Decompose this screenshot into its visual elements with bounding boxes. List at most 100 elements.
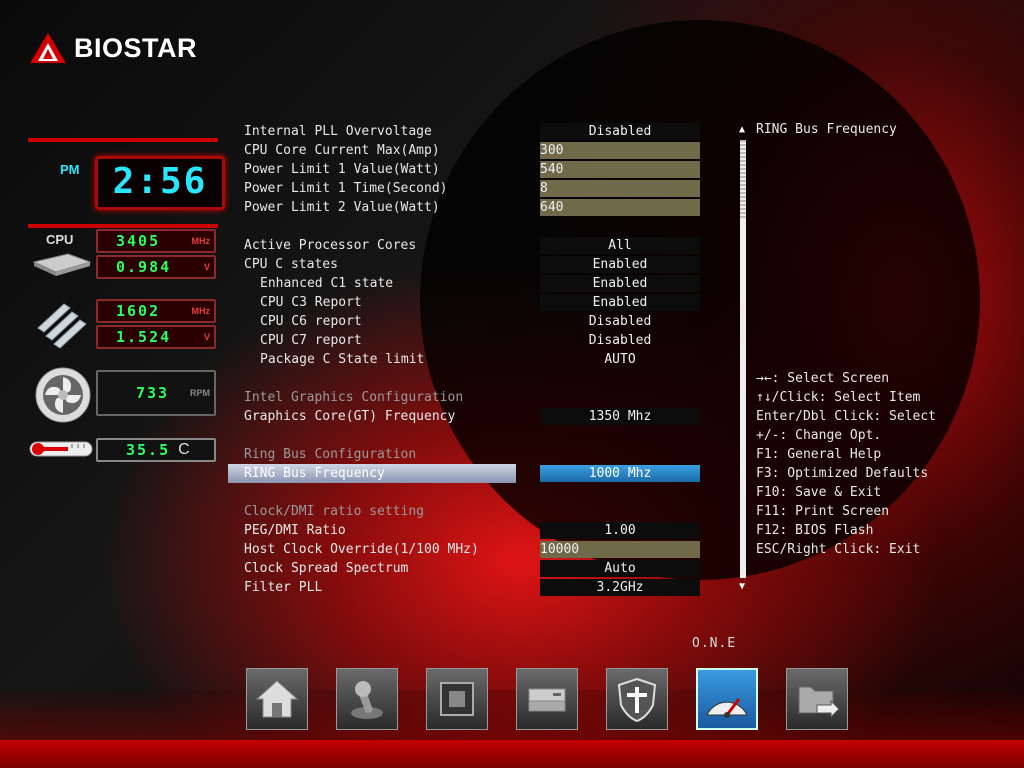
joystick-icon bbox=[351, 681, 383, 719]
clock-time: 2:56 bbox=[112, 161, 208, 202]
help-key-line: F11: Print Screen bbox=[756, 504, 890, 519]
setting-label: Internal PLL Overvoltage bbox=[244, 124, 432, 139]
setting-value-select[interactable]: AUTO bbox=[540, 351, 700, 368]
setting-label: Filter PLL bbox=[244, 580, 323, 595]
cpu-frequency-unit: MHz bbox=[191, 236, 211, 246]
help-title: RING Bus Frequency bbox=[756, 122, 897, 137]
tab-boot[interactable] bbox=[516, 668, 578, 730]
setting-label: Host Clock Override(1/100 MHz) bbox=[244, 542, 479, 557]
setting-value-select[interactable]: 1.00 bbox=[540, 522, 700, 539]
setting-label: RING Bus Frequency bbox=[244, 466, 385, 481]
setting-value-select[interactable]: 1350 Mhz bbox=[540, 408, 700, 425]
clock-display: 2:56 bbox=[95, 156, 225, 210]
help-key-line: ESC/Right Click: Exit bbox=[756, 542, 921, 557]
setting-row-cpu-c-states[interactable]: CPU C states Enabled bbox=[244, 255, 704, 274]
setting-label: Clock Spread Spectrum bbox=[244, 561, 409, 576]
setting-label: PEG/DMI Ratio bbox=[244, 523, 346, 538]
setting-label: Package C State limit bbox=[260, 352, 425, 367]
section-header-clock-dmi: Clock/DMI ratio setting bbox=[244, 502, 704, 521]
scrollbar-thumb[interactable] bbox=[740, 140, 746, 218]
fan-icon bbox=[35, 367, 91, 423]
memory-voltage-value: 1.524 bbox=[116, 328, 172, 346]
setting-value-input[interactable]: 540 bbox=[540, 161, 700, 178]
drive-icon bbox=[528, 688, 566, 712]
setting-label: Power Limit 2 Value(Watt) bbox=[244, 200, 440, 215]
setting-value-input[interactable]: 640 bbox=[540, 199, 700, 216]
help-key-line: Enter/Dbl Click: Select bbox=[756, 409, 937, 424]
setting-value-select[interactable]: All bbox=[540, 237, 700, 254]
setting-row-clock-spread-spectrum[interactable]: Clock Spread Spectrum Auto bbox=[244, 559, 704, 578]
key-help-list: →←: Select Screen ↑↓/Click: Select Item … bbox=[756, 369, 936, 559]
memory-frequency-unit: MHz bbox=[191, 306, 211, 316]
setting-value-select[interactable]: Enabled bbox=[540, 256, 700, 273]
fan-speed-unit: RPM bbox=[190, 388, 210, 398]
help-key-line: →←: Select Screen bbox=[756, 371, 890, 386]
setting-value-select[interactable]: Enabled bbox=[540, 275, 700, 292]
setting-label: Graphics Core(GT) Frequency bbox=[244, 409, 456, 424]
setting-value-input[interactable]: 10000 bbox=[540, 541, 700, 558]
section-header-label: Intel Graphics Configuration bbox=[244, 390, 464, 405]
section-header-label: Clock/DMI ratio setting bbox=[244, 504, 425, 519]
ampm-indicator: PM bbox=[60, 162, 80, 177]
tab-save-exit[interactable] bbox=[786, 668, 848, 730]
setting-label: Power Limit 1 Value(Watt) bbox=[244, 162, 440, 177]
setting-row-peg-dmi-ratio[interactable]: PEG/DMI Ratio 1.00 bbox=[244, 521, 704, 540]
active-tab-label: O.N.E bbox=[692, 636, 737, 651]
setting-label: CPU Core Current Max(Amp) bbox=[244, 143, 440, 158]
bottom-bar bbox=[0, 740, 1024, 768]
setting-row-cpu-c6-report[interactable]: CPU C6 report Disabled bbox=[244, 312, 704, 331]
setting-row-power-limit-1-value[interactable]: Power Limit 1 Value(Watt) 540 bbox=[244, 160, 704, 179]
setting-row-cpu-c3-report[interactable]: CPU C3 Report Enabled bbox=[244, 293, 704, 312]
setting-row-enhanced-c1-state[interactable]: Enhanced C1 state Enabled bbox=[244, 274, 704, 293]
biostar-logo: BIOSTAR bbox=[28, 28, 197, 68]
temperature-unit: C bbox=[178, 441, 190, 458]
setting-row-cpu-core-current-max[interactable]: CPU Core Current Max(Amp) 300 bbox=[244, 141, 704, 160]
help-key-line: F10: Save & Exit bbox=[756, 485, 882, 500]
tab-chipset[interactable] bbox=[426, 668, 488, 730]
tab-main[interactable] bbox=[246, 668, 308, 730]
setting-row-active-processor-cores[interactable]: Active Processor Cores All bbox=[244, 236, 704, 255]
setting-label: CPU C7 report bbox=[260, 333, 362, 348]
chip-icon bbox=[440, 682, 474, 716]
tab-security[interactable] bbox=[606, 668, 668, 730]
setting-label: CPU C6 report bbox=[260, 314, 362, 329]
setting-row-host-clock-override[interactable]: Host Clock Override(1/100 MHz) 10000 bbox=[244, 540, 704, 559]
setting-value-select[interactable]: Disabled bbox=[540, 332, 700, 349]
help-key-line: +/-: Change Opt. bbox=[756, 428, 882, 443]
setting-value-select[interactable]: Enabled bbox=[540, 294, 700, 311]
fan-speed-value: 733 bbox=[136, 384, 170, 402]
cpu-chip-icon bbox=[32, 253, 92, 276]
setting-value-input[interactable]: 8 bbox=[540, 180, 700, 197]
setting-row-graphics-core-frequency[interactable]: Graphics Core(GT) Frequency 1350 Mhz bbox=[244, 407, 704, 426]
tab-advanced[interactable] bbox=[336, 668, 398, 730]
setting-row-internal-pll-overvoltage[interactable]: Internal PLL Overvoltage Disabled bbox=[244, 122, 704, 141]
help-key-line: ↑↓/Click: Select Item bbox=[756, 390, 921, 405]
setting-row-filter-pll[interactable]: Filter PLL 3.2GHz bbox=[244, 578, 704, 597]
setting-value-select[interactable]: 3.2GHz bbox=[540, 579, 700, 596]
memory-module-icon bbox=[37, 303, 87, 349]
cpu-voltage-readout: 0.984 V bbox=[96, 255, 216, 279]
folder-exit-icon bbox=[798, 686, 840, 719]
setting-row-ring-bus-frequency[interactable]: RING Bus Frequency 1000 Mhz bbox=[228, 464, 704, 483]
setting-value-select[interactable]: Auto bbox=[540, 560, 700, 577]
scroll-up-arrow-icon[interactable]: ▲ bbox=[739, 124, 745, 135]
memory-frequency-value: 1602 bbox=[116, 302, 161, 320]
cpu-frequency-value: 3405 bbox=[116, 232, 161, 250]
memory-frequency-readout: 1602 MHz bbox=[96, 299, 216, 323]
setting-row-power-limit-1-time[interactable]: Power Limit 1 Time(Second) 8 bbox=[244, 179, 704, 198]
setting-value-input[interactable]: 300 bbox=[540, 142, 700, 159]
setting-row-cpu-c7-report[interactable]: CPU C7 report Disabled bbox=[244, 331, 704, 350]
setting-label: CPU C states bbox=[244, 257, 338, 272]
thermometer-icon bbox=[29, 441, 93, 457]
setting-row-package-c-state-limit[interactable]: Package C State limit AUTO bbox=[244, 350, 704, 369]
setting-label: Active Processor Cores bbox=[244, 238, 417, 253]
scroll-down-arrow-icon[interactable]: ▼ bbox=[739, 581, 745, 592]
logo-text: BIOSTAR bbox=[74, 32, 197, 63]
memory-voltage-unit: V bbox=[203, 332, 210, 342]
setting-row-power-limit-2-value[interactable]: Power Limit 2 Value(Watt) 640 bbox=[244, 198, 704, 217]
cpu-label: CPU bbox=[46, 232, 74, 247]
setting-value-select[interactable]: Disabled bbox=[540, 123, 700, 140]
tab-one[interactable] bbox=[696, 668, 758, 730]
setting-value-select[interactable]: Disabled bbox=[540, 313, 700, 330]
setting-value-select[interactable]: 1000 Mhz bbox=[540, 465, 700, 482]
